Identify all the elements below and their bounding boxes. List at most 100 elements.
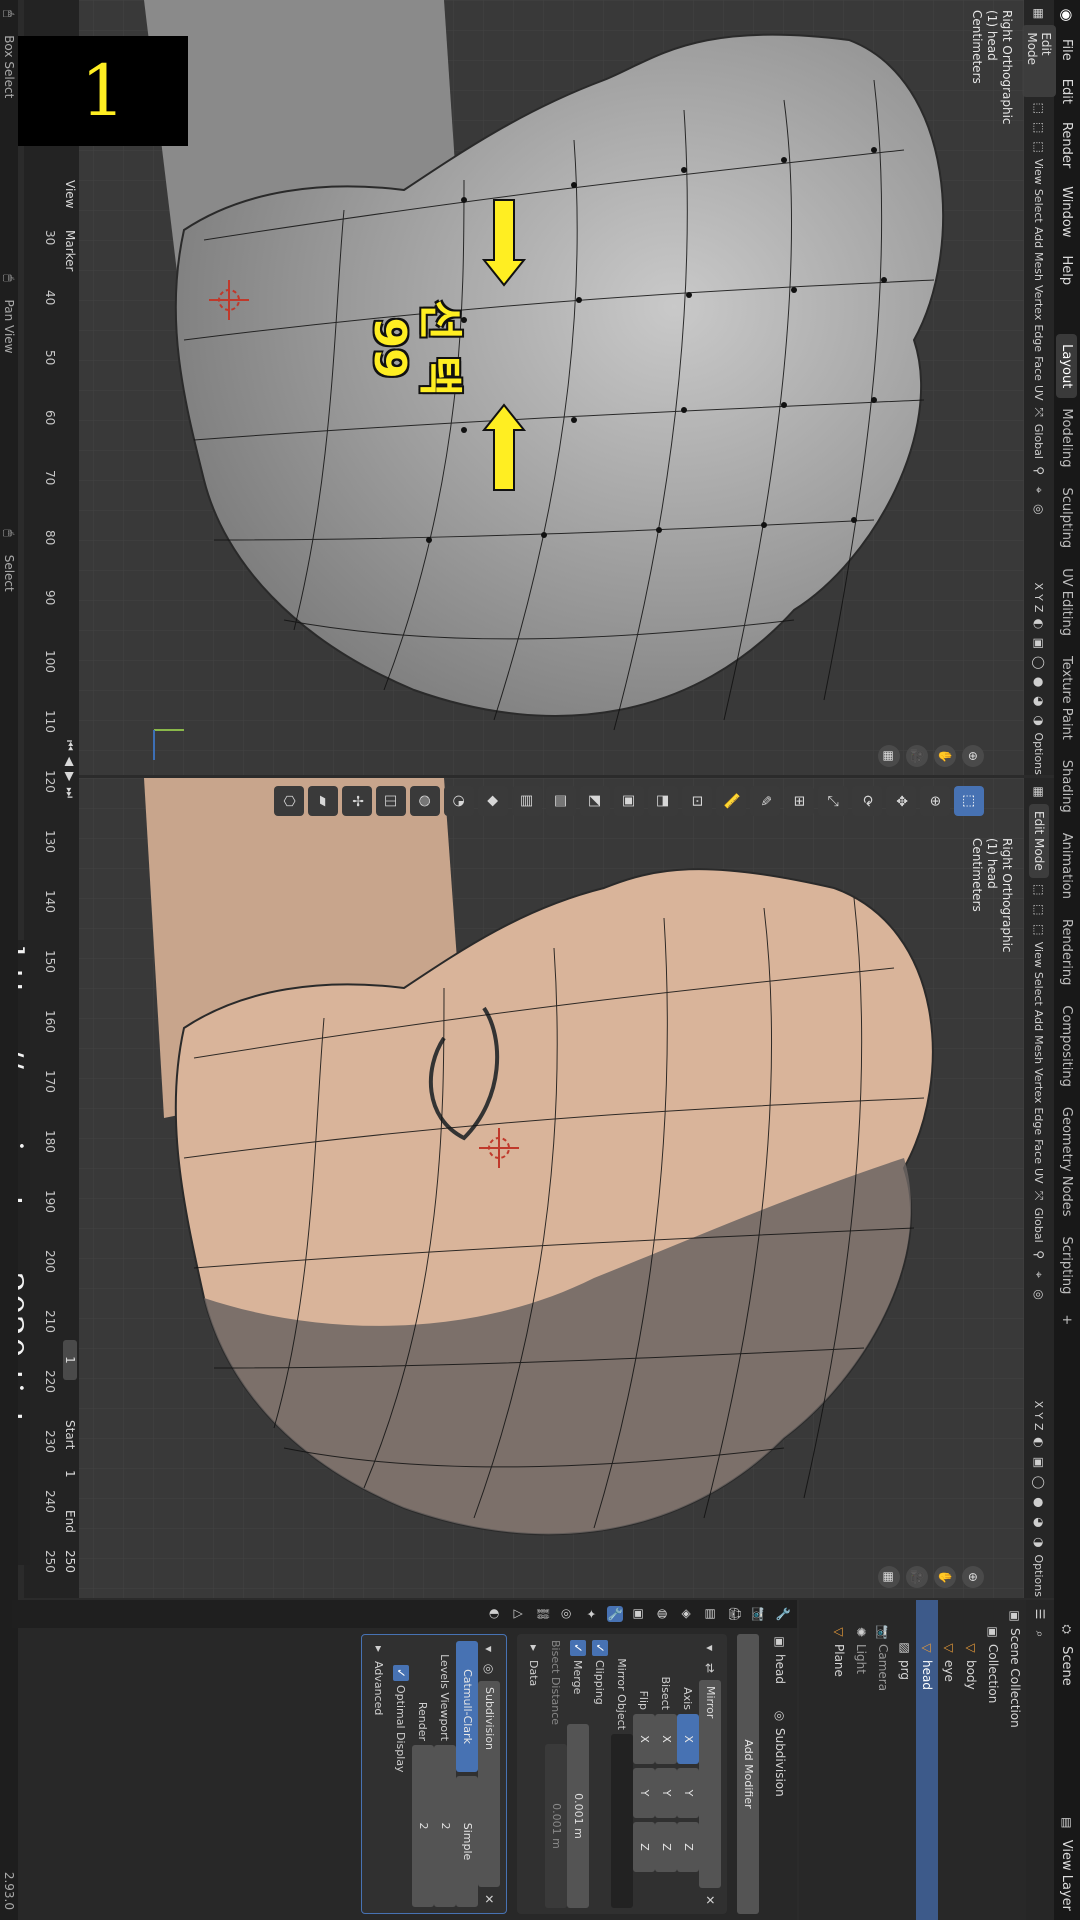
bisect-y[interactable]: Y: [655, 1768, 677, 1818]
levels-viewport-field[interactable]: 2: [434, 1745, 456, 1907]
axis-y[interactable]: Y: [1033, 594, 1046, 601]
flip-y[interactable]: Y: [633, 1768, 655, 1818]
pivot-icon[interactable]: ⚲: [1031, 1247, 1047, 1263]
options-menu[interactable]: Options: [1033, 1554, 1046, 1596]
flip-z[interactable]: Z: [633, 1822, 655, 1872]
mirror-name-field[interactable]: Mirror: [699, 1680, 721, 1888]
tab-sculpting[interactable]: Sculpting: [1057, 477, 1078, 558]
cursor-tool-icon[interactable]: ⊕: [920, 786, 950, 816]
outliner-item-prg[interactable]: ▨ prg: [894, 1600, 916, 1920]
current-frame-field[interactable]: 1: [63, 1340, 77, 1380]
simple-button[interactable]: Simple: [456, 1776, 478, 1907]
overlay-icon[interactable]: ◐: [1031, 616, 1047, 631]
edge-select-icon[interactable]: ⬚: [1031, 120, 1047, 135]
shrink-tool-icon[interactable]: ✢: [342, 786, 372, 816]
measure-tool-icon[interactable]: 📏: [716, 786, 746, 816]
advanced-section[interactable]: ▸ Advanced: [368, 1641, 390, 1907]
axis-z[interactable]: Z: [1033, 1423, 1046, 1431]
render-levels-field[interactable]: 2: [412, 1745, 434, 1907]
data-tab-icon[interactable]: △: [511, 1606, 527, 1622]
filter-icon[interactable]: ⌕: [1032, 1626, 1048, 1642]
timeline-panel[interactable]: View Marker 1 Start 1 End 250 ⏮◀▶⏭ 30 40 5…: [24, 0, 79, 1598]
outliner-scene-collection[interactable]: ▣ Scene Collection: [1004, 1600, 1026, 1920]
shading-solid-icon[interactable]: ●: [1031, 1494, 1047, 1510]
tab-uv-editing[interactable]: UV Editing: [1057, 558, 1078, 646]
menu-vertex[interactable]: Vertex: [1033, 285, 1046, 320]
menu-select[interactable]: Select: [1033, 972, 1046, 1006]
subdivision-name-field[interactable]: Subdivision: [478, 1681, 500, 1887]
select-box-tool-icon[interactable]: ⬚: [954, 786, 984, 816]
merge-value-field[interactable]: 0.001 m: [567, 1724, 589, 1908]
menu-face[interactable]: Face: [1033, 356, 1046, 381]
tab-compositing[interactable]: Compositing: [1057, 995, 1078, 1097]
tab-shading[interactable]: Shading: [1057, 750, 1078, 823]
outliner-item-body[interactable]: ▽ body: [960, 1600, 982, 1920]
timeline-menu-marker[interactable]: Marker: [63, 230, 77, 271]
material-tab-icon[interactable]: ◐: [487, 1606, 503, 1622]
annotate-tool-icon[interactable]: ✎: [750, 786, 780, 816]
menu-mesh[interactable]: Mesh: [1033, 252, 1046, 281]
pivot-icon[interactable]: ⚲: [1031, 463, 1047, 478]
knife-tool-icon[interactable]: ▤: [512, 786, 542, 816]
menu-view[interactable]: View: [1033, 942, 1046, 968]
menu-window[interactable]: Window: [1060, 177, 1075, 246]
orientation-selector[interactable]: Global: [1033, 424, 1046, 459]
menu-edit[interactable]: Edit: [1060, 70, 1075, 113]
pan-hand-icon[interactable]: ✋: [934, 745, 956, 767]
output-tab-icon[interactable]: 🖨: [727, 1606, 743, 1622]
merge-checkbox[interactable]: ✓: [570, 1640, 586, 1656]
axis-x[interactable]: X: [1033, 583, 1046, 591]
orientation-selector[interactable]: Global: [1033, 1208, 1046, 1243]
face-select-icon[interactable]: ⬚: [1031, 139, 1047, 154]
view-layer-tab-icon[interactable]: ▤: [703, 1606, 719, 1622]
menu-select[interactable]: Select: [1033, 189, 1046, 223]
view-layer-selector[interactable]: View Layer: [1060, 1831, 1075, 1920]
tab-rendering[interactable]: Rendering: [1057, 909, 1078, 995]
bisect-x[interactable]: X: [655, 1714, 677, 1764]
vertex-select-icon[interactable]: ⬚: [1031, 101, 1047, 116]
shading-render-icon[interactable]: ◑: [1031, 1534, 1047, 1550]
menu-face[interactable]: Face: [1033, 1139, 1046, 1164]
overlay-icon[interactable]: ◐: [1031, 1434, 1047, 1450]
menu-vertex[interactable]: Vertex: [1033, 1068, 1046, 1103]
object-tab-icon[interactable]: ▣: [631, 1606, 647, 1622]
camera-view-icon[interactable]: 🎥: [906, 745, 928, 767]
properties-editor[interactable]: 🔧 📷 🖨 ▤ ◈ ◍ ▣ 🔧 ✦ ◎ ⛓ △ ◐ ▣ head ◎ Subdi…: [12, 1600, 797, 1920]
proportional-edit-icon[interactable]: ◎: [1031, 1287, 1047, 1303]
viewport-canvas-right[interactable]: Right Orthographic (1) head Centimeters …: [79, 778, 1024, 1598]
xray-icon[interactable]: ▣: [1031, 636, 1047, 651]
proportional-edit-icon[interactable]: ◎: [1031, 502, 1047, 517]
smooth-tool-icon[interactable]: ◍: [410, 786, 440, 816]
scene-selector[interactable]: Scene: [1060, 1637, 1075, 1695]
outliner-collection[interactable]: ▣ Collection: [982, 1600, 1004, 1920]
menu-view[interactable]: View: [1033, 159, 1046, 185]
mirror-axis-x[interactable]: X: [677, 1714, 699, 1764]
snap-icon[interactable]: ⌖: [1031, 1267, 1047, 1283]
bisect-z[interactable]: Z: [655, 1822, 677, 1872]
editor-type-icon[interactable]: ▦: [1031, 784, 1047, 800]
tab-animation[interactable]: Animation: [1057, 823, 1078, 909]
outliner[interactable]: ☰ ⌕ ▣ Scene Collection ▣ Collection ▽ bo…: [799, 1600, 1054, 1920]
shear-tool-icon[interactable]: ▰: [308, 786, 338, 816]
world-tab-icon[interactable]: ◍: [655, 1606, 671, 1622]
editor-type-icon[interactable]: ▦: [1031, 6, 1047, 21]
shading-solid-icon[interactable]: ●: [1031, 674, 1047, 689]
shading-material-icon[interactable]: ◕: [1031, 1514, 1047, 1530]
tab-scripting[interactable]: Scripting: [1057, 1227, 1078, 1305]
ortho-toggle-icon[interactable]: ▦: [878, 1566, 900, 1588]
mirror-axis-y[interactable]: Y: [677, 1768, 699, 1818]
shading-material-icon[interactable]: ◕: [1031, 694, 1047, 709]
menu-mesh[interactable]: Mesh: [1033, 1035, 1046, 1064]
tab-geometry-nodes[interactable]: Geometry Nodes: [1057, 1097, 1078, 1227]
edge-select-icon[interactable]: ⬚: [1031, 902, 1047, 918]
rotate-tool-icon[interactable]: ⟳: [852, 786, 882, 816]
end-field[interactable]: 250: [63, 1550, 77, 1573]
particles-tab-icon[interactable]: ✦: [583, 1606, 599, 1622]
playback-controls[interactable]: ⏮◀▶⏭: [62, 740, 77, 804]
scale-tool-icon[interactable]: ⤢: [818, 786, 848, 816]
constraints-tab-icon[interactable]: ⛓: [535, 1606, 551, 1622]
mirror-object-field[interactable]: [611, 1734, 633, 1908]
axis-y[interactable]: Y: [1033, 1412, 1046, 1419]
optimal-display-checkbox[interactable]: ✓: [393, 1665, 409, 1681]
viewport-left[interactable]: ▦ Edit Mode ⬚ ⬚ ⬚ View Select Add Mesh V…: [79, 0, 1056, 775]
